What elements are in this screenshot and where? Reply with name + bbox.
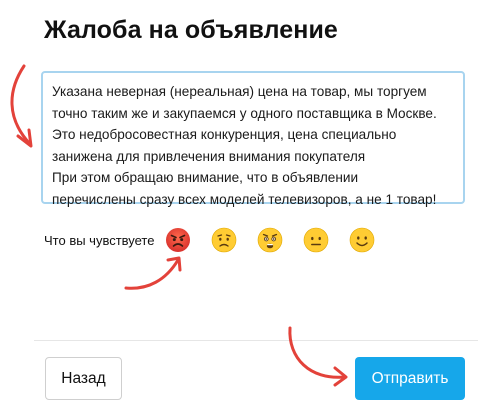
complaint-textarea[interactable]: Указана неверная (нереальная) цена на то… [41,71,465,207]
complaint-line: точно таким же и закупаемся у одного пос… [52,105,437,121]
complaint-line: перечислены сразу всех моделей телевизор… [52,191,437,207]
complaint-line: занижена для привлечения внимания покупа… [52,148,366,164]
complaint-line: Указана неверная (нереальная) цена на то… [52,84,427,99]
annotation-arrow-submit [288,326,348,387]
page-title: Жалоба на объявление [44,16,338,44]
submit-button[interactable]: Отправить [355,357,465,400]
complaint-line: При этом обращаю внимание, что в объявле… [52,170,359,185]
angry-face-icon[interactable] [165,227,191,253]
footer-divider [34,340,478,341]
sad-face-icon[interactable] [211,227,237,253]
feelings-row: Что вы чувствуете [44,223,395,257]
smiling-face-icon[interactable] [349,227,375,253]
neutral-face-icon[interactable] [303,227,329,253]
anguished-face-icon[interactable] [257,227,283,253]
back-button[interactable]: Назад [45,357,122,400]
complaint-line: Это недобросовестная конкуренция, цена с… [52,127,397,142]
feelings-label: Что вы чувствуете [44,232,155,248]
